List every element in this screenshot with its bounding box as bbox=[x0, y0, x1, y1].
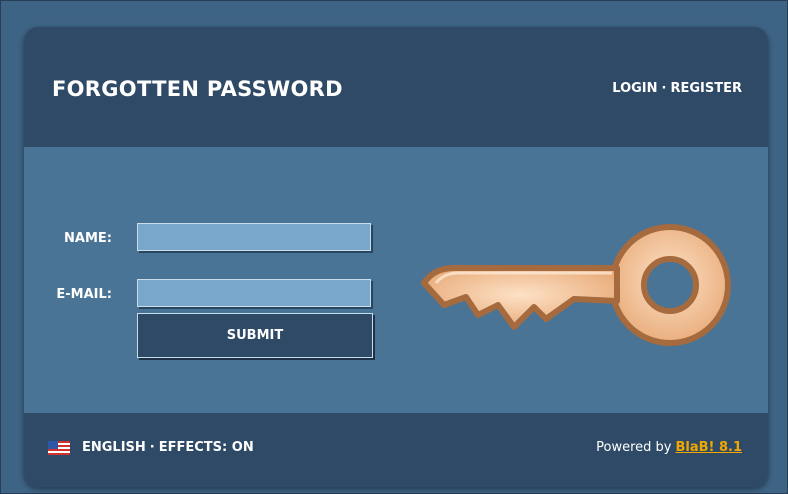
language-link[interactable]: ENGLISH bbox=[82, 440, 146, 455]
forgot-password-card: FORGOTTEN PASSWORD LOGIN · REGISTER NAME: … bbox=[24, 27, 768, 487]
login-link[interactable]: LOGIN bbox=[612, 81, 657, 96]
name-input[interactable] bbox=[137, 223, 371, 251]
footer-separator: · bbox=[149, 440, 155, 455]
powered-by: Powered by BlaB! 8.1 bbox=[596, 440, 742, 455]
effects-toggle[interactable]: EFFECTS: ON bbox=[159, 440, 254, 455]
card-body: NAME: E-MAIL: SUBMIT bbox=[24, 147, 768, 413]
header-link-separator: · bbox=[661, 81, 667, 96]
header-links: LOGIN · REGISTER bbox=[612, 81, 742, 96]
key-icon bbox=[421, 224, 731, 346]
page-frame: FORGOTTEN PASSWORD LOGIN · REGISTER NAME: … bbox=[0, 0, 788, 494]
blab-link[interactable]: BlaB! 8.1 bbox=[675, 440, 742, 455]
footer-settings: ENGLISH · EFFECTS: ON bbox=[82, 440, 254, 455]
card-header: FORGOTTEN PASSWORD LOGIN · REGISTER bbox=[24, 27, 768, 148]
email-input[interactable] bbox=[137, 279, 371, 307]
us-flag-icon[interactable] bbox=[48, 441, 70, 455]
card-footer: ENGLISH · EFFECTS: ON Powered by BlaB! 8.1 bbox=[24, 413, 768, 487]
page-title: FORGOTTEN PASSWORD bbox=[52, 77, 343, 101]
powered-by-text: Powered by bbox=[596, 440, 672, 455]
email-label: E-MAIL: bbox=[56, 287, 112, 302]
submit-button[interactable]: SUBMIT bbox=[137, 313, 373, 358]
name-label: NAME: bbox=[64, 231, 112, 246]
register-link[interactable]: REGISTER bbox=[670, 81, 742, 96]
